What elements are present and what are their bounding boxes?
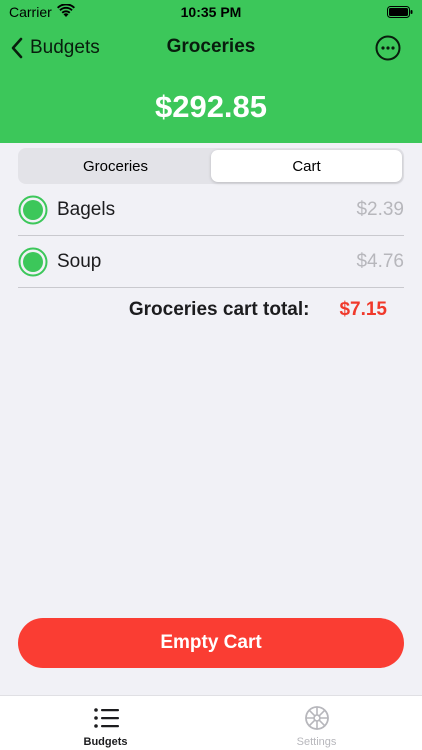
cart-total: Groceries cart total: $7.15 xyxy=(18,296,404,324)
segment-groceries[interactable]: Groceries xyxy=(20,150,211,182)
header: Carrier 10:35 PM Budgets Groceries $292.… xyxy=(0,0,422,143)
status-bar: Carrier 10:35 PM xyxy=(0,0,422,24)
item-name: Bagels xyxy=(57,198,116,220)
ellipsis-circle-icon xyxy=(375,35,401,61)
tab-bar: Budgets Settings xyxy=(0,695,422,750)
gear-icon xyxy=(304,706,329,730)
list-item[interactable]: Bagels $2.39 xyxy=(18,184,404,236)
segment-cart[interactable]: Cart xyxy=(211,150,402,182)
tab-budgets-label: Budgets xyxy=(83,736,128,748)
cart-total-label: Groceries cart total: xyxy=(128,299,310,320)
budget-balance: $292.85 xyxy=(154,89,268,124)
cart-total-value: $7.15 xyxy=(339,299,387,320)
list-icon xyxy=(93,708,119,728)
checked-circle-icon[interactable] xyxy=(18,195,48,225)
list-item[interactable]: Soup $4.76 xyxy=(18,236,404,288)
cart-list: Bagels $2.39 Soup $4.76 xyxy=(18,184,404,288)
segmented-control: Groceries Cart xyxy=(18,148,404,184)
empty-cart-button[interactable]: Empty Cart xyxy=(18,618,404,668)
tab-settings-label: Settings xyxy=(296,736,337,748)
status-time: 10:35 PM xyxy=(180,4,242,20)
tab-budgets[interactable]: Budgets xyxy=(0,696,211,750)
item-price: $2.39 xyxy=(356,198,404,220)
item-name: Soup xyxy=(57,250,102,272)
checked-circle-icon[interactable] xyxy=(18,247,48,277)
battery-icon xyxy=(387,6,413,18)
item-price: $4.76 xyxy=(356,250,404,272)
more-options-button[interactable] xyxy=(375,35,401,61)
tab-settings[interactable]: Settings xyxy=(211,696,422,750)
page-title: Groceries xyxy=(166,36,256,57)
